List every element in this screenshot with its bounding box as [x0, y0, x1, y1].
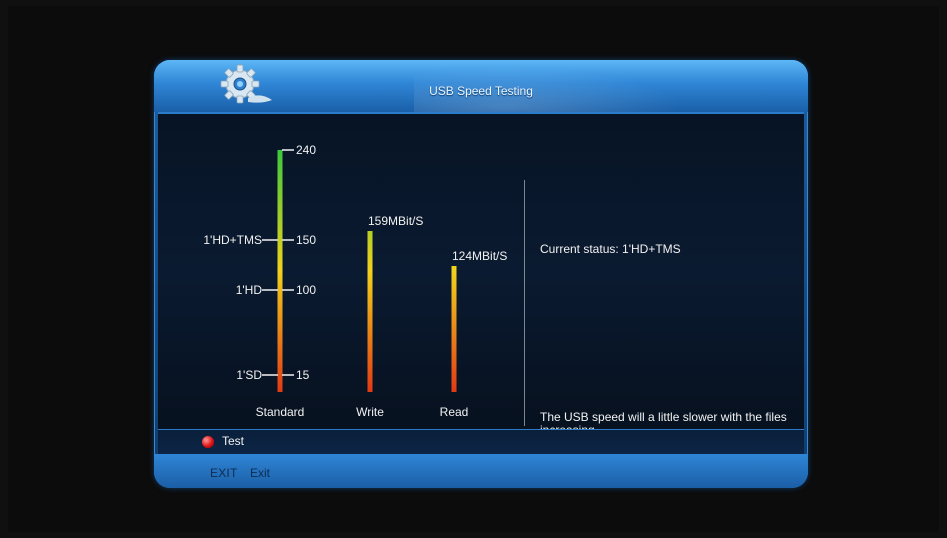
- tick-value-150: 150: [296, 233, 316, 247]
- bar-value-label-read: 124MBit/S: [452, 249, 507, 263]
- current-status-text: Current status: 1'HD+TMS: [540, 242, 681, 256]
- bar-read: [451, 266, 457, 392]
- speed-chart: Standard 159MBit/S Write 124MBit/S Read 240 15…: [203, 143, 507, 419]
- dialog-title: USB Speed Testing: [429, 84, 533, 98]
- exit-key-label[interactable]: EXIT: [210, 466, 237, 480]
- usb-speed-dialog: USB Speed Testing Standard 159MBit/S Write…: [154, 60, 808, 488]
- tick-value-100: 100: [296, 283, 316, 297]
- category-label-write: Write: [356, 405, 384, 419]
- standard-label-100: 1'HD: [236, 283, 263, 297]
- exit-action-label[interactable]: Exit: [250, 466, 270, 480]
- dialog-content: Standard 159MBit/S Write 124MBit/S Read 240 15…: [158, 112, 804, 437]
- standard-label-150: 1'HD+TMS: [203, 233, 262, 247]
- category-label-standard: Standard: [256, 405, 305, 419]
- bar-standard: [277, 150, 283, 392]
- category-label-read: Read: [440, 405, 469, 419]
- dialog-footer: EXIT Exit: [154, 454, 808, 488]
- panel-divider: [524, 180, 525, 426]
- dialog-header: USB Speed Testing: [154, 60, 808, 112]
- red-button-icon[interactable]: [202, 436, 214, 448]
- action-bar: Test: [158, 429, 804, 454]
- test-button-label[interactable]: Test: [222, 434, 244, 448]
- bar-write: [367, 231, 373, 392]
- tick-value-240: 240: [296, 143, 316, 157]
- tick-value-15: 15: [296, 368, 310, 382]
- standard-label-15: 1'SD: [236, 368, 262, 382]
- bar-value-label-write: 159MBit/S: [368, 214, 423, 228]
